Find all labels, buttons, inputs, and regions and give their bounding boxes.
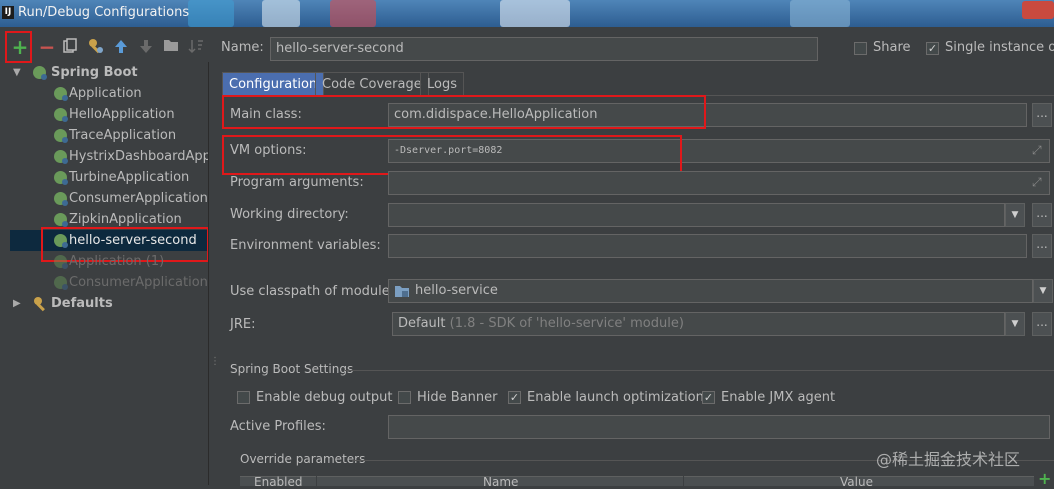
enable-jmx-agent-label: Enable JMX agent bbox=[721, 390, 836, 405]
spring-boot-icon bbox=[54, 129, 68, 143]
chevron-down-icon[interactable]: ▼ bbox=[1005, 312, 1025, 336]
spring-boot-icon bbox=[54, 150, 68, 164]
tree-item-label: TurbineApplication bbox=[69, 170, 190, 185]
jre-value: Default bbox=[398, 316, 446, 331]
enable-debug-output-label: Enable debug output bbox=[256, 390, 393, 405]
classpath-module-select[interactable]: hello-service bbox=[388, 279, 1033, 303]
spring-boot-icon bbox=[54, 276, 68, 290]
module-folder-icon bbox=[394, 284, 410, 302]
sort-icon[interactable] bbox=[187, 38, 205, 56]
tab-code-coverage[interactable]: Code Coverage bbox=[315, 72, 429, 95]
program-arguments-input[interactable] bbox=[388, 171, 1050, 195]
working-directory-input[interactable] bbox=[388, 203, 1005, 227]
tab-logs[interactable]: Logs bbox=[420, 72, 464, 95]
active-profiles-input[interactable] bbox=[388, 415, 1050, 439]
table-header-label: Name bbox=[483, 475, 519, 489]
classpath-module-label: Use classpath of module: bbox=[230, 284, 395, 299]
environment-variables-browse-button[interactable]: ... bbox=[1032, 234, 1052, 258]
working-directory-browse-button[interactable]: ... bbox=[1032, 203, 1052, 227]
window-title: Run/Debug Configurations bbox=[18, 5, 190, 20]
hide-banner-checkbox[interactable] bbox=[398, 391, 411, 404]
environment-variables-label: Environment variables: bbox=[230, 238, 381, 253]
spring-boot-settings-title: Spring Boot Settings bbox=[230, 362, 354, 376]
tree-group-label: Defaults bbox=[51, 296, 113, 311]
app-icon: IJ bbox=[2, 6, 14, 19]
enable-launch-optimization-checkbox[interactable]: ✓ bbox=[508, 391, 521, 404]
share-label: Share bbox=[873, 40, 911, 55]
chevron-right-icon[interactable]: ▶ bbox=[13, 293, 21, 314]
window-close-button[interactable] bbox=[1022, 1, 1054, 19]
chevron-down-icon[interactable]: ▼ bbox=[13, 62, 21, 83]
wrench-icon[interactable] bbox=[87, 38, 105, 56]
tree-item-label: TraceApplication bbox=[69, 128, 177, 143]
tree-item-hystrixdashboardapplication[interactable]: HystrixDashboardApplic bbox=[0, 146, 208, 167]
enable-launch-optimization-label: Enable launch optimization bbox=[527, 390, 704, 405]
environment-variables-input[interactable] bbox=[388, 234, 1027, 258]
hide-banner-label: Hide Banner bbox=[417, 390, 498, 405]
enable-jmx-agent-checkbox[interactable]: ✓ bbox=[702, 391, 715, 404]
copy-icon[interactable] bbox=[61, 38, 79, 56]
panel-splitter[interactable] bbox=[208, 62, 209, 485]
table-header-label: Enabled bbox=[254, 475, 303, 489]
name-label: Name: bbox=[221, 40, 264, 55]
spring-boot-icon bbox=[54, 87, 68, 101]
name-input[interactable]: hello-server-second bbox=[270, 37, 818, 61]
spring-boot-icon bbox=[33, 66, 47, 80]
expand-icon[interactable]: ⤢ bbox=[1032, 175, 1042, 190]
splitter-grip-icon[interactable]: ⋮ bbox=[210, 356, 220, 367]
jre-select[interactable]: Default (1.8 - SDK of 'hello-service' mo… bbox=[392, 312, 1005, 336]
working-directory-label: Working directory: bbox=[230, 207, 349, 222]
spring-boot-icon bbox=[54, 213, 68, 227]
tree-item-label: ConsumerApplication bbox=[69, 191, 208, 206]
chevron-down-icon[interactable]: ▼ bbox=[1005, 203, 1025, 227]
spring-boot-icon bbox=[54, 192, 68, 206]
folder-icon[interactable] bbox=[162, 38, 180, 56]
highlight-vm-options bbox=[222, 135, 682, 175]
main-class-browse-button[interactable]: ... bbox=[1032, 103, 1052, 127]
single-instance-checkbox[interactable]: ✓ bbox=[926, 42, 939, 55]
enable-debug-output-checkbox[interactable] bbox=[237, 391, 250, 404]
share-checkbox[interactable] bbox=[854, 42, 867, 55]
program-arguments-label: Program arguments: bbox=[230, 175, 364, 190]
section-divider bbox=[345, 370, 1054, 371]
spring-boot-icon bbox=[54, 255, 68, 269]
arrow-down-icon[interactable] bbox=[137, 38, 155, 56]
expand-icon[interactable]: ⤢ bbox=[1032, 143, 1042, 158]
tab-configuration[interactable]: Configuration bbox=[222, 72, 325, 95]
add-parameter-button[interactable]: + bbox=[1038, 471, 1051, 487]
arrow-up-icon[interactable] bbox=[112, 38, 130, 56]
jre-label: JRE: bbox=[230, 317, 256, 332]
spring-boot-icon bbox=[54, 108, 68, 122]
watermark: @稀土掘金技术社区 bbox=[876, 450, 1021, 469]
override-parameters-title: Override parameters bbox=[240, 452, 366, 466]
wrench-icon bbox=[33, 293, 49, 319]
tree-group-label: Spring Boot bbox=[51, 65, 138, 80]
tree-item-label: Application bbox=[69, 86, 142, 101]
jre-browse-button[interactable]: ... bbox=[1032, 312, 1052, 336]
highlight-add-button bbox=[5, 31, 32, 63]
tree-item-consumerapplication-1[interactable]: ConsumerApplication (1 bbox=[0, 272, 208, 293]
tree-item-label: Application (1) bbox=[69, 254, 165, 269]
tree-item-label: HelloApplication bbox=[69, 107, 175, 122]
single-instance-label: Single instance onl bbox=[945, 40, 1054, 55]
chevron-down-icon[interactable]: ▼ bbox=[1033, 279, 1053, 303]
active-profiles-label: Active Profiles: bbox=[230, 419, 326, 434]
spring-boot-icon bbox=[54, 171, 68, 185]
tree-item-label: HystrixDashboardApplic bbox=[69, 149, 208, 164]
table-header-label: Value bbox=[840, 475, 873, 489]
tree-item-label: ConsumerApplication (1 bbox=[69, 275, 208, 290]
remove-configuration-button[interactable]: − bbox=[38, 37, 56, 57]
highlight-main-class bbox=[222, 95, 706, 129]
jre-detail: (1.8 - SDK of 'hello-service' module) bbox=[449, 316, 684, 331]
